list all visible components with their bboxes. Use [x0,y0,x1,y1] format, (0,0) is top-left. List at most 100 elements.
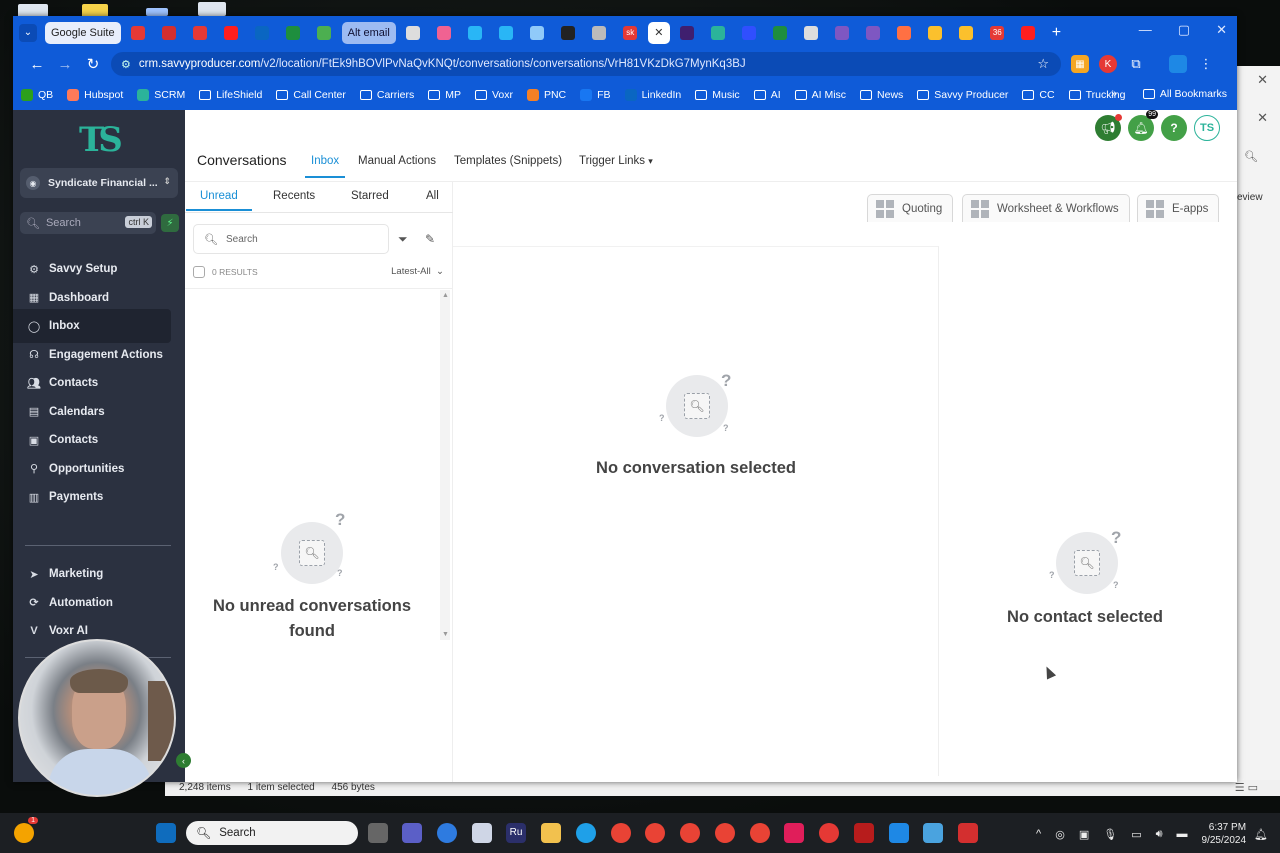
bookmark-pnc[interactable]: PNC [526,88,566,101]
quick-action-bolt-icon[interactable]: ⚡ [161,214,179,232]
snipping-tool-icon[interactable] [923,823,943,843]
forward-arrow-icon[interactable]: → [51,56,79,73]
bookmark-music[interactable]: Music [695,89,740,101]
tab[interactable] [1015,22,1042,44]
close-window-icon[interactable]: ✕ [1216,22,1227,38]
bookmark-hubspot[interactable]: Hubspot [67,88,123,101]
bookmark-linkedin[interactable]: LinkedIn [624,88,681,101]
teams-icon[interactable] [402,823,422,843]
scroll-down-icon[interactable]: ▼ [442,631,449,638]
tab-trigger-links[interactable]: Trigger Links ▾ [579,155,653,167]
tab[interactable] [860,22,887,44]
weather-widget-icon[interactable]: 1 [14,817,38,843]
rush-icon[interactable]: Ru [506,823,526,843]
network-icon[interactable]: ▭ [1131,828,1141,841]
tab[interactable] [891,22,918,44]
tab-alt-email[interactable]: Alt email [341,21,396,44]
bookmark-ai[interactable]: AI [753,89,781,101]
close-icon[interactable]: ✕ [1257,110,1268,126]
bookmark-voxr[interactable]: Voxr [474,89,513,101]
tray-app-icon[interactable]: ◎ [1055,828,1065,841]
tab[interactable] [311,22,338,44]
account-switcher[interactable]: ◉ Syndicate Financial ... ⇕ [20,168,178,198]
back-arrow-icon[interactable]: ← [23,56,51,73]
tab[interactable] [249,22,276,44]
bookmarks-overflow-button[interactable]: » [1111,88,1117,100]
conversation-search-input[interactable]: 🔍︎ Search [193,224,389,254]
notifications-bell-icon[interactable]: 🔔︎ 99 [1128,110,1158,141]
maximize-icon[interactable]: ▢ [1178,22,1190,38]
chrome-icon[interactable] [715,823,735,843]
new-tab-button[interactable]: + [1052,24,1061,42]
tab-search-chevron-icon[interactable]: ⌄ [19,23,37,42]
acrobat-icon[interactable] [958,823,978,843]
tab[interactable] [431,22,458,44]
panel-tab-worksheet[interactable]: Worksheet & Workflows [962,194,1130,222]
compose-icon[interactable]: ✎ [425,232,435,246]
chrome-icon[interactable] [680,823,700,843]
filter-tab-starred[interactable]: Starred [351,190,389,202]
tab[interactable] [767,22,794,44]
tab[interactable] [586,22,613,44]
tab[interactable] [462,22,489,44]
tab[interactable] [829,22,856,44]
filter-tab-unread[interactable]: Unread [186,190,252,211]
volume-icon[interactable]: 🔊︎ [1156,828,1163,841]
tab-templates[interactable]: Templates (Snippets) [454,155,562,167]
browser-menu-icon[interactable]: ⋮ [1197,55,1215,73]
list-scrollbar[interactable]: ▲ ▼ [440,290,450,640]
reload-icon[interactable]: ↻ [79,55,107,73]
savvy-logo[interactable]: TS [79,120,123,160]
filezilla-icon[interactable] [854,823,874,843]
bookmark-call-center[interactable]: Call Center [276,89,346,101]
desktop-icon[interactable] [198,2,226,16]
tab[interactable] [218,22,245,44]
bookmark-scrm[interactable]: SCRM [137,88,185,101]
tray-app-icon[interactable]: ▣ [1079,828,1089,841]
bookmark-fb[interactable]: FB [580,88,611,101]
chevron-up-icon[interactable]: ^ [1036,828,1041,840]
chrome-icon[interactable] [611,823,631,843]
tab[interactable] [555,22,582,44]
tab[interactable] [705,22,732,44]
edge-icon[interactable] [576,823,596,843]
battery-icon[interactable]: ▬ [1177,828,1188,840]
extensions-puzzle-icon[interactable]: ⧉ [1127,55,1145,73]
tab[interactable] [125,22,152,44]
tab[interactable] [798,22,825,44]
tab[interactable] [922,22,949,44]
file-explorer-icon[interactable] [541,823,561,843]
select-all-checkbox[interactable] [193,266,205,278]
tab[interactable] [674,22,701,44]
extension-icon[interactable]: K [1099,55,1117,73]
tab[interactable] [156,22,183,44]
app-icon[interactable] [472,823,492,843]
task-view-icon[interactable] [368,823,388,843]
tab[interactable] [493,22,520,44]
chrome-icon[interactable] [750,823,770,843]
tab[interactable] [280,22,307,44]
desktop-icon[interactable] [146,8,168,16]
start-windows-icon[interactable] [156,823,176,843]
webcam-collapse-icon[interactable]: ‹ [176,753,191,768]
copilot-icon[interactable] [437,823,457,843]
bookmark-star-icon[interactable]: ☆ [1037,56,1049,72]
sidebar-search-input[interactable]: 🔍︎ Search ctrl K [20,212,156,234]
clock[interactable]: 6:37 PM 9/25/2024 [1202,821,1247,847]
help-icon[interactable]: ? [1161,115,1187,141]
tab[interactable]: sk [617,22,644,44]
profile-icon[interactable] [1169,55,1187,73]
tab-manual-actions[interactable]: Manual Actions [358,155,436,167]
bookmark-carriers[interactable]: Carriers [359,89,414,101]
notifications-icon[interactable]: 🔔︎ [1254,828,1268,841]
tab[interactable] [736,22,763,44]
bookmark-ai-misc[interactable]: AI Misc [794,89,846,101]
taskbar-search-input[interactable]: 🔍︎ Search [186,821,358,845]
filter-tab-recents[interactable]: Recents [273,190,315,202]
bookmark-qb[interactable]: QB [21,88,53,101]
url-field[interactable]: ⚙ crm.savvyproducer.com /v2/location/FtE… [111,52,1061,76]
twilio-icon[interactable] [819,823,839,843]
tab-google-suite[interactable]: Google Suite [45,21,121,44]
tab[interactable] [953,22,980,44]
scroll-up-icon[interactable]: ▲ [442,292,449,299]
